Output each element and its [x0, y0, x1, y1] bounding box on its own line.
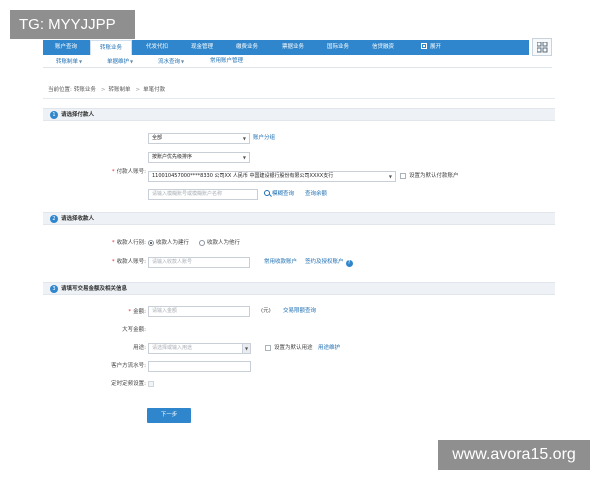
- section-title: 请选择收款人: [61, 216, 95, 222]
- breadcrumb-current: 单笔付款: [143, 87, 166, 93]
- overlay-tag: TG: MYYJJPP: [10, 10, 135, 39]
- subnav-common-accounts[interactable]: 常用账户管理: [210, 55, 243, 68]
- fuzzy-search-link[interactable]: 模糊查询: [264, 189, 294, 199]
- sub-nav: 转账制单▼ 单据维护▼ 流水查询▼ 常用账户管理: [43, 55, 552, 68]
- payer-account-label: * 付款人账号:: [83, 167, 146, 177]
- nav-expand-label: 展开: [429, 44, 441, 50]
- subnav-transfer-order-label: 转账制单: [56, 59, 79, 65]
- chevron-down-icon: ▼: [388, 174, 392, 179]
- nav-bills[interactable]: 票据业务: [272, 40, 314, 55]
- step-badge: 1: [50, 111, 58, 119]
- next-step-button[interactable]: 下一步: [147, 408, 191, 423]
- subnav-flow-query-label: 流水查询: [158, 59, 181, 65]
- required-marker: *: [111, 240, 115, 246]
- breadcrumb-item[interactable]: 转账业务: [74, 87, 96, 93]
- account-group-value: 全部: [152, 135, 163, 141]
- purpose-label: 用途:: [133, 345, 146, 351]
- payer-search-input[interactable]: 请输入模糊账号或模糊账户名称: [148, 189, 258, 200]
- payer-account-value: 110010457000****8330 公司XX 人民币 中国建设银行股份有限…: [152, 173, 334, 179]
- amount-label-text: 金额:: [133, 309, 146, 315]
- watermark: www.avora15.org: [438, 440, 590, 470]
- default-payer-label: 设置为默认付款账户: [409, 173, 459, 179]
- expand-icon: [420, 43, 427, 49]
- amount-input[interactable]: 请输入金额: [148, 306, 250, 317]
- subnav-doc-maint[interactable]: 单据维护▼: [107, 55, 133, 68]
- nav-expand[interactable]: 展开: [413, 40, 449, 55]
- nav-account-query[interactable]: 账户查询: [45, 40, 87, 55]
- nav-payment[interactable]: 缴费业务: [226, 40, 268, 55]
- grid-menu-button[interactable]: [532, 38, 552, 56]
- breadcrumb-prefix: 当前位置:: [48, 87, 72, 93]
- uppercase-amount-label: 大写金额:: [122, 327, 146, 333]
- help-icon[interactable]: ?: [345, 260, 353, 267]
- default-purpose-checkbox[interactable]: [265, 345, 271, 351]
- payee-other-label: 收款人为他行: [207, 240, 241, 246]
- section-payer-header: 1 请选择付款人: [43, 108, 555, 121]
- nav-international[interactable]: 国际业务: [317, 40, 359, 55]
- required-marker: *: [111, 259, 115, 265]
- payer-account-label-text: 付款人账号:: [116, 169, 146, 175]
- nav-cash-mgmt[interactable]: 现金管理: [181, 40, 223, 55]
- account-group-select[interactable]: 全部 ▼: [148, 133, 250, 144]
- default-payer-checkbox[interactable]: [400, 173, 406, 179]
- schedule-label: 定时定频设置:: [111, 381, 146, 387]
- payee-bank-label-text: 收款人行别:: [116, 240, 146, 246]
- bank-transfer-page: 账户查询 转账业务 代发代扣 现金管理 缴费业务 票据业务 国际业务 信贷融资 …: [43, 38, 555, 440]
- default-purpose-label: 设置为默认用途: [274, 345, 313, 351]
- purpose-maint-link[interactable]: 用途维护: [318, 343, 340, 353]
- required-marker: *: [111, 169, 115, 175]
- amount-label: * 金额:: [83, 307, 146, 317]
- subnav-doc-maint-label: 单据维护: [107, 59, 130, 65]
- amount-unit: (元): [261, 308, 271, 314]
- grid-icon: [537, 42, 548, 53]
- payee-other-radio[interactable]: [199, 240, 205, 246]
- sort-value: 按账户优先级排序: [152, 154, 193, 160]
- breadcrumb-separator: >: [100, 87, 106, 93]
- serial-number-input[interactable]: [148, 361, 251, 372]
- serial-number-label: 客户方流水号:: [111, 363, 146, 369]
- required-marker: *: [128, 309, 132, 315]
- step-badge: 2: [50, 215, 58, 223]
- breadcrumb-separator: >: [135, 87, 141, 93]
- purpose-select[interactable]: 请选择或输入用途 ▼: [148, 343, 251, 354]
- breadcrumb: 当前位置: 转账业务 > 转账制单 > 单笔付款: [48, 85, 167, 95]
- payer-account-select[interactable]: 110010457000****8330 公司XX 人民币 中国建设银行股份有限…: [148, 171, 396, 182]
- chevron-down-icon: ▼: [242, 155, 246, 160]
- fuzzy-search-label: 模糊查询: [272, 191, 295, 197]
- payee-ccb-label: 收款人为建行: [156, 240, 190, 246]
- nav-transfer[interactable]: 转账业务: [90, 40, 132, 55]
- balance-query-link[interactable]: 查询余额: [305, 189, 327, 199]
- payee-account-input[interactable]: 请输入收款人账号: [148, 257, 250, 268]
- chevron-down-icon: ▼: [242, 344, 250, 353]
- limit-query-link[interactable]: 交易限额查询: [283, 306, 316, 316]
- breadcrumb-item[interactable]: 转账制单: [108, 87, 130, 93]
- search-icon: [264, 190, 270, 196]
- payee-account-label-text: 收款人账号:: [116, 259, 146, 265]
- step-badge: 3: [50, 285, 58, 293]
- chevron-down-icon: ▼: [242, 136, 246, 141]
- section-title: 请选择付款人: [61, 112, 95, 118]
- section-amount-header: 3 请填写交易金额及相关信息: [43, 282, 555, 295]
- payee-account-label: * 收款人账号:: [83, 257, 146, 267]
- sort-select[interactable]: 按账户优先级排序 ▼: [148, 152, 250, 163]
- purpose-placeholder: 请选择或输入用途: [152, 345, 193, 351]
- subnav-flow-query[interactable]: 流水查询▼: [158, 55, 184, 68]
- section-payee-header: 2 请选择收款人: [43, 212, 555, 225]
- divider: [43, 98, 555, 99]
- chevron-down-icon: ▼: [79, 59, 83, 64]
- nav-payroll[interactable]: 代发代扣: [136, 40, 178, 55]
- main-nav: 账户查询 转账业务 代发代扣 现金管理 缴费业务 票据业务 国际业务 信贷融资 …: [43, 40, 529, 55]
- section-title: 请填写交易金额及相关信息: [61, 286, 128, 292]
- payee-bank-label: * 收款人行别:: [83, 238, 146, 248]
- subnav-transfer-order[interactable]: 转账制单▼: [56, 55, 82, 68]
- signed-account-label: 签约及授权账户: [305, 259, 344, 265]
- account-group-link[interactable]: 账户分组: [253, 133, 275, 143]
- chevron-down-icon: ▼: [181, 59, 185, 64]
- schedule-checkbox[interactable]: [148, 381, 154, 387]
- chevron-down-icon: ▼: [130, 59, 134, 64]
- payee-ccb-radio[interactable]: [148, 240, 154, 246]
- nav-credit[interactable]: 信贷融资: [362, 40, 404, 55]
- common-payee-link[interactable]: 常用收款账户: [264, 257, 297, 267]
- signed-account-link[interactable]: 签约及授权账户?: [305, 257, 353, 267]
